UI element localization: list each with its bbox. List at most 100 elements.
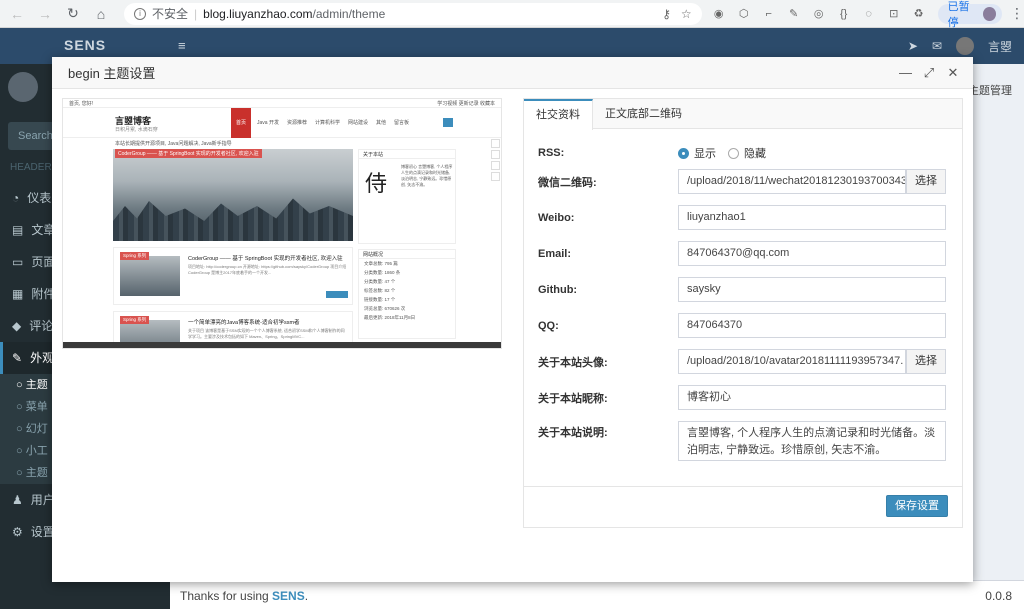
avatar-row: 关于本站头像: /upload/2018/10/avatar2018111119… xyxy=(538,349,948,374)
qq-label: QQ: xyxy=(538,319,559,332)
picture-icon: ▦ xyxy=(12,287,24,301)
book-icon: ▤ xyxy=(12,223,24,237)
key-icon[interactable]: ⚷ xyxy=(662,7,671,21)
preview-banner: CoderGroup —— 基于 SpringBoot 实现的开发者社区, 欢迎… xyxy=(113,149,353,241)
form-divider xyxy=(524,486,962,487)
preview-about-widget: 关于本站 侍 博客初心 言曌博客, 个人程序人生的点滴记录和时光储备, 淡泊明志… xyxy=(358,149,456,244)
wechat-select-button[interactable]: 选择 xyxy=(906,169,946,194)
github-label: Github: xyxy=(538,283,578,296)
github-row: Github: saysky xyxy=(538,277,948,302)
app-brand[interactable]: SENS xyxy=(64,37,106,53)
close-icon[interactable]: ✕ xyxy=(947,65,959,81)
user-name[interactable]: 言曌 xyxy=(988,38,1012,55)
url-separator: | xyxy=(194,6,198,21)
settings-panel: 社交资料 正文底部二维码 RSS: 显示 隐藏 微信二维码: /upload/2… xyxy=(523,98,963,528)
wechat-label: 微信二维码: xyxy=(538,176,597,189)
sidebar-header: HEADER xyxy=(10,162,52,173)
info-icon[interactable]: i xyxy=(134,7,146,20)
version-label: 0.0.8 xyxy=(985,589,1012,603)
preview-nav: Java 开发 资源推荐 计算机科学 网站建设 其他 留言板 xyxy=(257,119,409,126)
extension-icon[interactable]: ◉ xyxy=(712,7,726,21)
more-menu-icon[interactable]: ⋮ xyxy=(1010,5,1024,22)
rss-row: RSS: 显示 隐藏 xyxy=(538,145,948,161)
paused-label: 已暂停 xyxy=(947,0,970,29)
back-icon[interactable]: ← xyxy=(10,6,24,22)
footer: Thanks for using SENS. 0.0.8 xyxy=(170,580,1024,609)
gear-icon: ⚙ xyxy=(12,525,23,539)
extension-icon[interactable]: ◎ xyxy=(812,7,826,21)
preview-banner-tag: CoderGroup —— 基于 SpringBoot 实现的开发者社区, 欢迎… xyxy=(115,149,262,158)
star-icon[interactable]: ☆ xyxy=(681,7,692,21)
preview-nav-item: 其他 xyxy=(376,120,387,126)
menu-toggle-icon[interactable]: ≡ xyxy=(178,38,186,53)
user-icon: ♟ xyxy=(12,493,23,507)
extension-icon[interactable]: ♻ xyxy=(912,7,926,21)
description-textarea[interactable]: 言曌博客, 个人程序人生的点滴记录和时光储备。淡泊明志, 宁静致远。珍惜原创, … xyxy=(678,421,946,461)
preview-slogan: 日积月累, 水滴石穿 xyxy=(115,127,158,133)
forward-icon[interactable]: → xyxy=(38,6,52,22)
maximize-icon[interactable]: ⤢ xyxy=(923,65,935,81)
user-avatar[interactable] xyxy=(955,37,974,55)
nickname-label: 关于本站昵称: xyxy=(538,392,608,405)
url-text: blog.liuyanzhao.com/admin/theme xyxy=(203,6,386,21)
extension-icon[interactable]: ✎ xyxy=(787,7,801,21)
preview-nav-item: 计算机科学 xyxy=(314,120,340,126)
wechat-qrcode-input[interactable]: /upload/2018/11/wechat20181230193700343 xyxy=(678,169,906,194)
description-row: 关于本站说明: 言曌博客, 个人程序人生的点滴记录和时光储备。淡泊明志, 宁静致… xyxy=(538,421,948,461)
weibo-row: Weibo: liuyanzhao1 xyxy=(538,205,948,230)
brush-icon: ✎ xyxy=(12,351,23,365)
weibo-label: Weibo: xyxy=(538,211,575,224)
github-input[interactable]: saysky xyxy=(678,277,946,302)
email-label: Email: xyxy=(538,247,572,260)
description-label: 关于本站说明: xyxy=(538,427,608,439)
preview-nav-item: Java 开发 xyxy=(257,120,279,126)
preview-post-card: Spring 系列 CoderGroup —— 基于 SpringBoot 实现… xyxy=(113,247,353,305)
comment-icon: ◆ xyxy=(12,319,22,333)
insecure-label: 不安全 xyxy=(152,7,189,21)
reload-icon[interactable]: ↻ xyxy=(66,5,80,22)
nickname-row: 关于本站昵称: 博客初心 xyxy=(538,385,948,410)
extension-icon[interactable]: {} xyxy=(837,7,851,21)
rss-show-radio[interactable]: 显示 xyxy=(678,145,716,161)
modal-title: begin 主题设置 xyxy=(68,66,156,81)
home-icon[interactable]: ⌂ xyxy=(94,6,108,22)
qq-input[interactable]: 847064370 xyxy=(678,313,946,338)
breadcrumb: 主题管理 xyxy=(968,85,1012,97)
settings-tabs: 社交资料 正文底部二维码 xyxy=(524,99,962,130)
preview-topbar-right: 学习视频 更新记录 收藏本 xyxy=(437,101,495,107)
save-settings-button[interactable]: 保存设置 xyxy=(886,495,948,517)
avatar-input[interactable]: /upload/2018/10/avatar20181111193957347. xyxy=(678,349,906,374)
qq-row: QQ: 847064370 xyxy=(538,313,948,338)
preview-home: 首页 xyxy=(231,108,251,138)
extension-icon[interactable]: ⊡ xyxy=(887,7,901,21)
profile-avatar xyxy=(983,6,996,21)
send-icon[interactable]: ➤ xyxy=(908,39,918,53)
avatar-label: 关于本站头像: xyxy=(538,356,608,369)
footer-brand-link[interactable]: SENS xyxy=(272,589,305,603)
avatar-select-button[interactable]: 选择 xyxy=(906,349,946,374)
preview-nav-item: 留言板 xyxy=(394,120,410,126)
email-input[interactable]: 847064370@qq.com xyxy=(678,241,946,266)
preview-nav-item: 网站建设 xyxy=(347,120,368,126)
modal-header: begin 主题设置 — ⤢ ✕ xyxy=(52,57,973,89)
address-bar[interactable]: i 不安全 | blog.liuyanzhao.com/admin/theme … xyxy=(124,2,702,25)
preview-search-icon xyxy=(443,118,453,127)
tab-footer-qrcode[interactable]: 正文底部二维码 xyxy=(593,99,694,129)
extension-icon[interactable]: ◌ xyxy=(862,7,876,21)
extension-icon[interactable]: ⌐ xyxy=(762,7,776,21)
profile-paused-button[interactable]: 已暂停 xyxy=(937,1,1002,29)
browser-toolbar: ← → ↻ ⌂ i 不安全 | blog.liuyanzhao.com/admi… xyxy=(0,0,1024,29)
theme-settings-modal: begin 主题设置 — ⤢ ✕ 首页, 您好! 学习视频 更新记录 收藏本 言曌… xyxy=(52,57,973,582)
extension-icon[interactable]: ⬡ xyxy=(737,7,751,21)
rss-label: RSS: xyxy=(538,147,565,159)
rss-hide-radio[interactable]: 隐藏 xyxy=(728,145,766,161)
minimize-icon[interactable]: — xyxy=(899,65,912,81)
nickname-input[interactable]: 博客初心 xyxy=(678,385,946,410)
email-row: Email: 847064370@qq.com xyxy=(538,241,948,266)
sidebar-avatar xyxy=(8,72,38,102)
preview-nav-item: 资源推荐 xyxy=(286,120,307,126)
wechat-row: 微信二维码: /upload/2018/11/wechat20181230193… xyxy=(538,169,948,194)
tab-social-profile[interactable]: 社交资料 xyxy=(524,99,593,130)
mail-icon[interactable]: ✉ xyxy=(932,39,942,53)
weibo-input[interactable]: liuyanzhao1 xyxy=(678,205,946,230)
